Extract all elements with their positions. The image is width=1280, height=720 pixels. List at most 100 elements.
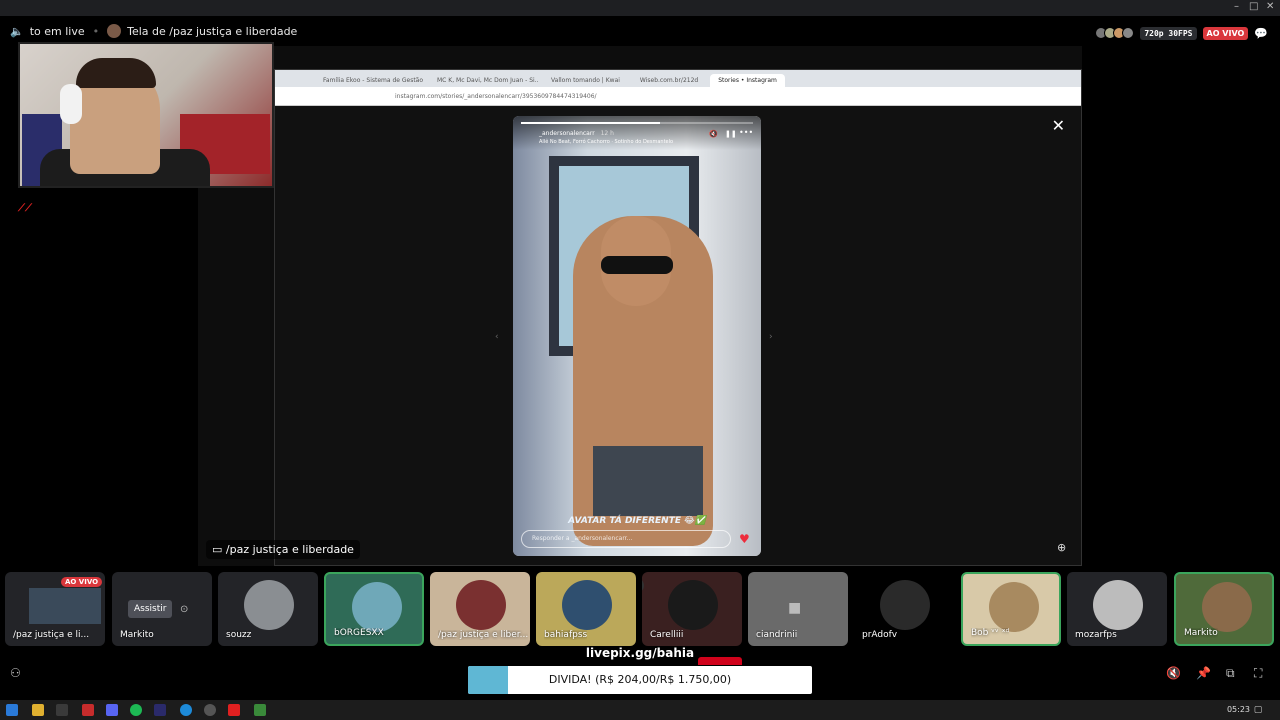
sunglasses — [601, 256, 673, 274]
participant-tile[interactable]: prAdofv — [854, 572, 954, 646]
maximize-button[interactable]: □ — [1249, 1, 1258, 12]
live-badge: AO VIVO — [61, 577, 103, 587]
browser-tab[interactable]: MC K, Mc Davi, Mc Dom Juan - Si... — [429, 74, 539, 87]
participant-tile[interactable]: souzz — [218, 572, 318, 646]
zoom-icon[interactable]: ⊕ — [1057, 541, 1066, 554]
address-bar[interactable]: instagram.com/stories/_andersonalencarr/… — [275, 87, 1081, 106]
avatar — [989, 582, 1039, 632]
avatar — [352, 582, 402, 632]
donation-site: livepix.gg/bahia — [585, 646, 695, 660]
app-icon[interactable] — [154, 704, 166, 716]
participant-tile[interactable]: Bob ᵛᵛ ˣᵈ — [961, 572, 1061, 646]
webcam-overlay — [18, 42, 274, 188]
story-time: 12 h — [600, 130, 614, 137]
file-explorer-icon[interactable] — [32, 704, 44, 716]
separator: • — [92, 24, 100, 38]
youtube-icon[interactable] — [228, 704, 240, 716]
story-caption: AVATAR TÁ DIFERENTE 😂✅ — [568, 516, 706, 526]
participant-tile[interactable]: Markito — [1174, 572, 1274, 646]
pause-icon[interactable]: ❚❚ — [725, 130, 737, 138]
story-music[interactable]: Allê No Beat, Forró Cachorro · Sotinho d… — [539, 139, 761, 145]
overlay-logo-icon: ⟋⟋ — [18, 203, 32, 214]
live-badge: AO VIVO — [1202, 27, 1249, 40]
chevron-down-icon[interactable]: ⌄ — [642, 578, 645, 593]
viewer-avatars[interactable] — [1095, 24, 1135, 43]
participant-tile[interactable]: Assistir ⊙ Markito — [112, 572, 212, 646]
story-header: _andersonalencarr 12 h Allê No Beat, For… — [513, 116, 761, 150]
pin-icon[interactable]: 📌 — [1196, 666, 1211, 680]
close-story-icon[interactable]: ✕ — [1052, 116, 1065, 135]
reply-input[interactable]: Responder a _andersonalencarr... — [521, 530, 731, 548]
participant-tile[interactable]: ⌄ Carelliii — [642, 572, 742, 646]
add-person-icon[interactable]: ⚇ — [10, 666, 21, 680]
app-icon[interactable] — [56, 704, 68, 716]
streamer-avatar — [107, 24, 122, 38]
participant-name: Carelliii — [650, 630, 684, 640]
minimize-button[interactable]: – — [1234, 1, 1239, 12]
fullscreen-icon[interactable]: ⛶ — [1254, 666, 1262, 681]
participant-name: bahiafpss — [544, 630, 588, 640]
participant-name: bORGESXX — [334, 628, 384, 638]
participant-name: ciandrinii — [756, 630, 798, 640]
stage-label: ▭ /paz justiça e liberdade — [206, 540, 360, 559]
discord-icon[interactable] — [106, 704, 118, 716]
avatar — [880, 580, 930, 630]
browser-window: Família Ekoo - Sistema de Gestão MC K, M… — [274, 69, 1082, 566]
participant-tile[interactable]: /paz justiça e liber... — [430, 572, 530, 646]
edge-icon[interactable] — [180, 704, 192, 716]
avatar — [244, 580, 294, 630]
participant-tiles: AO VIVO /paz justiça e li... Assistir ⊙ … — [5, 572, 1277, 646]
stage-label-text: /paz justiça e liberdade — [225, 543, 354, 556]
avatar — [562, 580, 612, 630]
windows-start-icon[interactable] — [6, 704, 18, 716]
participant-name: Markito — [1184, 628, 1218, 638]
instagram-story[interactable]: _andersonalencarr 12 h Allê No Beat, For… — [513, 116, 761, 556]
mute-icon[interactable]: 🔇 — [709, 130, 718, 138]
browser-tab-active[interactable]: Stories • Instagram — [710, 74, 785, 87]
window-titlebar: – □ ✕ — [0, 0, 1280, 16]
browser-icon[interactable] — [82, 704, 94, 716]
participant-tile[interactable]: bORGESXX — [324, 572, 424, 646]
obs-icon[interactable] — [204, 704, 216, 716]
participant-name: Markito — [120, 630, 154, 640]
watch-button[interactable]: Assistir — [128, 600, 173, 618]
donation-goal-bar: DIVIDA! (R$ 204,00/R$ 1.750,00) — [468, 666, 812, 694]
popout-icon[interactable]: ⧉ — [1226, 666, 1235, 681]
prev-story-icon[interactable]: ‹ — [495, 332, 499, 342]
speaker-icon[interactable]: 🔈 — [10, 25, 24, 38]
avatar — [668, 580, 718, 630]
stream-title: Tela de /paz justiça e liberdade — [127, 24, 298, 38]
more-icon[interactable]: ••• — [739, 128, 753, 137]
donation-text: DIVIDA! (R$ 204,00/R$ 1.750,00) — [548, 673, 732, 686]
chat-icon[interactable]: 💬 — [1254, 27, 1268, 40]
donation-red-button — [698, 657, 742, 665]
headset-icon — [60, 84, 82, 124]
participant-name: /paz justiça e liber... — [438, 630, 528, 640]
notification-icon[interactable]: ▢ — [1252, 704, 1264, 716]
story-username[interactable]: _andersonalencarr — [539, 130, 595, 137]
participant-tile[interactable]: mozarfps — [1067, 572, 1167, 646]
participant-tile[interactable]: AO VIVO /paz justiça e li... — [5, 572, 105, 646]
like-heart-icon[interactable]: ♥ — [739, 532, 750, 546]
channel-name[interactable]: to em live — [30, 25, 85, 38]
participant-name: mozarfps — [1075, 630, 1117, 640]
next-story-icon[interactable]: › — [769, 332, 773, 342]
browser-tab[interactable]: Família Ekoo - Sistema de Gestão — [315, 74, 425, 87]
app-icon[interactable] — [254, 704, 266, 716]
system-clock: 05:23 — [1226, 705, 1250, 714]
quality-badge: 720p 30FPS — [1140, 27, 1197, 40]
screen-share-icon: ▭ — [212, 543, 223, 556]
browser-tab[interactable]: Wiseb.com.br/212d — [632, 74, 706, 87]
participant-name: souzz — [226, 630, 252, 640]
participant-tile[interactable]: ■ ciandrinii — [748, 572, 848, 646]
mute-icon[interactable]: 🔇 — [1166, 666, 1181, 680]
spotify-icon[interactable] — [130, 704, 142, 716]
close-window-button[interactable]: ✕ — [1266, 1, 1274, 12]
avatar — [456, 580, 506, 630]
browser-tabs: Família Ekoo - Sistema de Gestão MC K, M… — [275, 70, 1081, 87]
participant-tile[interactable]: bahiafpss — [536, 572, 636, 646]
popout-icon[interactable]: ⊙ — [180, 604, 188, 615]
avatar — [1202, 582, 1252, 632]
browser-tab[interactable]: Vallom tomando | Kwai — [543, 74, 628, 87]
taskbar: 05:23 ▢ — [0, 700, 1280, 720]
